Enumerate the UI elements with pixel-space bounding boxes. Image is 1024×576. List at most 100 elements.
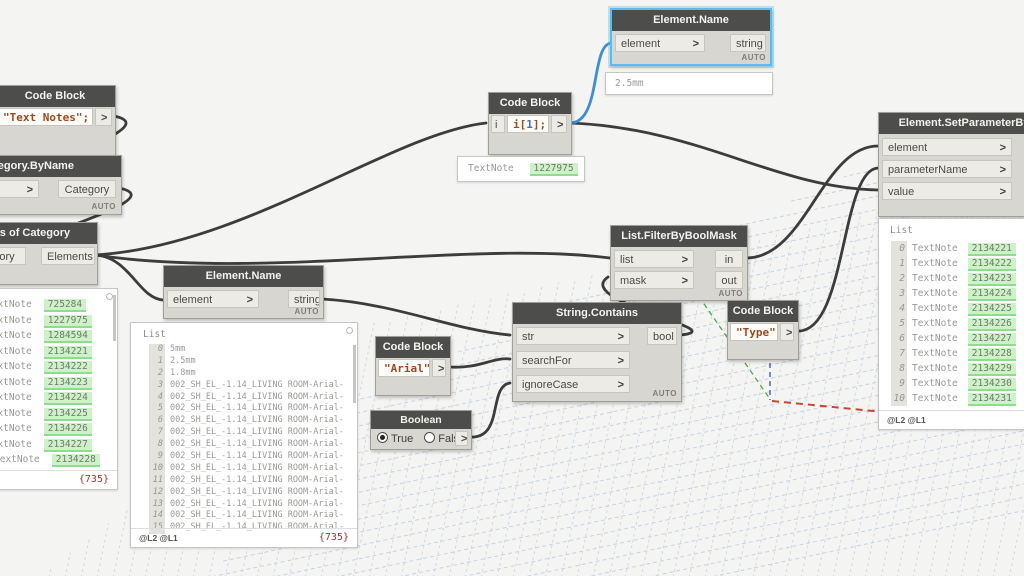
- dynamo-canvas[interactable]: Code Block "Text Notes"; > Category.ByNa…: [0, 0, 1024, 576]
- output-port-category[interactable]: Category: [58, 180, 116, 198]
- node-element-name-mid[interactable]: Element.Name element> string AUTO: [163, 265, 324, 319]
- wire-filterin-to-element[interactable]: [746, 146, 878, 258]
- node-title[interactable]: Boolean: [371, 411, 471, 429]
- preview-list-right[interactable]: List 0TextNote21342211TextNote21342222Te…: [878, 218, 1024, 430]
- item-text: 002_SH_EL_-1.14_LIVING ROOM-Arial-: [170, 427, 344, 437]
- input-port-category[interactable]: Category: [0, 247, 26, 265]
- item-text: 002_SH_EL_-1.14_LIVING ROOM-Arial-: [170, 451, 344, 461]
- preview-list-left[interactable]: TextNote725284TextNote1227975TextNote128…: [0, 288, 118, 490]
- item-value: 2134227: [44, 439, 92, 452]
- output-port-elements[interactable]: Elements: [41, 247, 95, 265]
- preview-pin-icon[interactable]: [346, 327, 353, 334]
- output-port[interactable]: >: [551, 115, 567, 133]
- node-code-block-type[interactable]: Code Block "Type"; >: [727, 300, 799, 360]
- input-port-list[interactable]: list>: [614, 250, 694, 268]
- item-index: 5: [149, 403, 165, 415]
- list-item: 4TextNote2134225: [879, 301, 1024, 316]
- scrollbar[interactable]: [353, 345, 356, 403]
- node-string-contains[interactable]: String.Contains str> searchFor> ignoreCa…: [512, 302, 682, 402]
- item-index: 2: [149, 368, 165, 380]
- input-port-i[interactable]: i: [491, 115, 505, 133]
- input-port-mask[interactable]: mask>: [614, 271, 694, 289]
- preview-pin-icon[interactable]: [106, 293, 113, 300]
- item-value: 2134225: [968, 303, 1016, 316]
- input-port-category[interactable]: >: [0, 180, 39, 198]
- list-item: 1 2.5mm: [131, 356, 352, 368]
- input-port-parametername[interactable]: parameterName>: [882, 160, 1012, 178]
- node-element-setparameterbyname[interactable]: Element.SetParameterByName element> para…: [878, 112, 1024, 217]
- node-title[interactable]: Code Block: [0, 86, 115, 107]
- list-item: TextNote2134226: [0, 421, 117, 437]
- output-port[interactable]: >: [95, 108, 112, 126]
- output-port-out[interactable]: out: [715, 271, 743, 289]
- input-port-element[interactable]: element>: [167, 290, 259, 308]
- item-index: 13: [149, 499, 165, 511]
- output-port-string[interactable]: string: [288, 290, 320, 308]
- wire-boolean-to-ignorecase[interactable]: [470, 383, 510, 437]
- item-label: TextNote: [912, 393, 958, 404]
- radio-true[interactable]: True: [377, 433, 413, 445]
- wire-elements-to-codeblock-i[interactable]: [95, 123, 486, 255]
- lacing-auto-label: AUTO: [294, 307, 319, 316]
- list-item: TextNote2134228: [0, 452, 117, 468]
- wire-arial-to-searchfor[interactable]: [449, 359, 510, 367]
- node-title[interactable]: Category.ByName: [0, 156, 121, 177]
- node-title[interactable]: Element.SetParameterByName: [879, 113, 1024, 134]
- output-port[interactable]: >: [432, 359, 446, 377]
- item-index: 10: [149, 463, 165, 475]
- input-port-searchfor[interactable]: searchFor>: [516, 351, 630, 369]
- code-input[interactable]: "Type";: [730, 323, 778, 341]
- output-port[interactable]: >: [455, 431, 468, 446]
- item-index: 1: [149, 356, 165, 368]
- wire-codeblock-i-to-value[interactable]: [570, 123, 878, 190]
- node-title[interactable]: Element.Name: [164, 266, 323, 287]
- input-port-value[interactable]: value>: [882, 182, 1012, 200]
- node-boolean[interactable]: Boolean True False >: [370, 410, 472, 450]
- list-item: 10TextNote2134231: [879, 391, 1024, 406]
- item-label: TextNote: [912, 363, 958, 374]
- node-title[interactable]: Code Block: [728, 301, 798, 322]
- preview-element-name-value[interactable]: 2.5mm: [605, 72, 773, 95]
- node-category-byname[interactable]: Category.ByName > Category AUTO: [0, 155, 122, 215]
- code-input[interactable]: "Arial";: [378, 359, 430, 377]
- item-index: 1: [891, 256, 907, 271]
- output-port[interactable]: >: [780, 323, 794, 341]
- list-item: 8TextNote2134229: [879, 361, 1024, 376]
- node-element-name-top[interactable]: Element.Name element> string AUTO: [610, 8, 772, 66]
- node-code-block-arial[interactable]: Code Block "Arial"; >: [375, 336, 451, 396]
- node-title[interactable]: Code Block: [376, 337, 450, 358]
- item-label: TextNote: [912, 378, 958, 389]
- item-value: 2134224: [44, 392, 92, 405]
- input-port-element[interactable]: element>: [882, 138, 1012, 156]
- code-input[interactable]: "Text Notes";: [0, 108, 93, 126]
- item-label: TextNote: [0, 423, 32, 434]
- output-port-bool[interactable]: bool: [647, 327, 677, 345]
- item-label: TextNote: [912, 348, 958, 359]
- input-port-element[interactable]: element>: [615, 34, 705, 52]
- node-code-block-index[interactable]: Code Block i i[1]; >: [488, 92, 572, 155]
- input-port-str[interactable]: str>: [516, 327, 630, 345]
- item-text: 002_SH_EL_-1.14_LIVING ROOM-Arial-: [170, 463, 344, 473]
- input-port-ignorecase[interactable]: ignoreCase>: [516, 375, 630, 393]
- item-text: 2.5mm: [170, 356, 196, 366]
- item-label: TextNote: [0, 346, 32, 357]
- item-value: 2134222: [968, 258, 1016, 271]
- node-list-filterbyboolmask[interactable]: List.FilterByBoolMask list> mask> in out…: [610, 225, 748, 301]
- list-item: 0TextNote2134221: [879, 241, 1024, 256]
- preview-list-mid[interactable]: List 05mm12.5mm21.8mm3002_SH_EL_-1.14_LI…: [130, 322, 358, 548]
- node-title[interactable]: String.Contains: [513, 303, 681, 324]
- node-all-elements-of-category[interactable]: All Elements of Category Category Elemen…: [0, 222, 98, 285]
- node-title[interactable]: All Elements of Category: [0, 223, 97, 244]
- item-index: 6: [891, 331, 907, 346]
- list-footer: @L2 @L1: [879, 410, 1024, 429]
- output-port-string[interactable]: string: [730, 34, 766, 52]
- wire-elements-to-filterlist[interactable]: [95, 253, 610, 263]
- wire-type-to-parametername[interactable]: [797, 168, 878, 331]
- node-title[interactable]: Code Block: [489, 93, 571, 114]
- output-port-in[interactable]: in: [715, 250, 743, 268]
- preview-watch-textnote[interactable]: TextNote 1227975: [457, 156, 585, 182]
- node-title[interactable]: Element.Name: [612, 10, 770, 31]
- node-title[interactable]: List.FilterByBoolMask: [611, 226, 747, 247]
- code-input[interactable]: i[1];: [507, 115, 549, 133]
- scrollbar[interactable]: [113, 295, 116, 341]
